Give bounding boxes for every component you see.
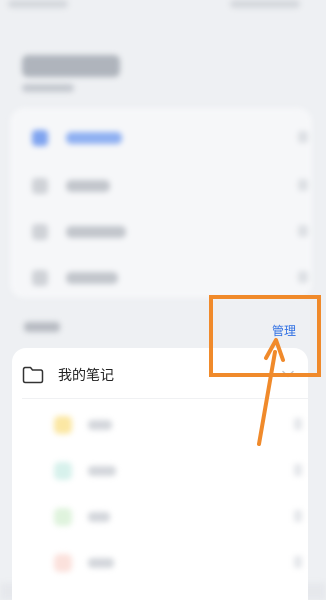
- nav-item-icon: [32, 130, 48, 146]
- chevron-right-icon: [294, 556, 302, 568]
- nav-item-text: [66, 226, 126, 238]
- subfolder-label-blurred: [88, 420, 112, 430]
- chevron-right-icon: [298, 225, 308, 237]
- subfolder-color-dot: [54, 554, 72, 572]
- subfolder-color-dot: [54, 462, 72, 480]
- annotation-highlight-box: [209, 295, 321, 377]
- status-bar-left: [8, 0, 68, 8]
- subfolder-item[interactable]: [12, 540, 308, 586]
- subfolder-label-blurred: [88, 558, 114, 568]
- subfolder-item[interactable]: [12, 494, 308, 540]
- subfolder-item[interactable]: [12, 402, 308, 448]
- nav-item-blurred[interactable]: [32, 222, 312, 240]
- chevron-right-icon: [294, 510, 302, 522]
- nav-item-icon: [32, 270, 48, 286]
- subfolder-item[interactable]: [12, 448, 308, 494]
- nav-item-text: [66, 180, 110, 192]
- nav-item-blurred[interactable]: [32, 128, 312, 146]
- subfolder-color-dot: [54, 416, 72, 434]
- nav-item-icon: [32, 178, 48, 194]
- page-subtitle-blurred: [22, 84, 74, 92]
- notes-folder-card: 我的笔记: [12, 348, 308, 600]
- nav-item-text: [66, 272, 118, 284]
- subfolder-color-dot: [54, 508, 72, 526]
- nav-item-text: [66, 132, 122, 144]
- chevron-right-icon: [298, 179, 308, 191]
- chevron-right-icon: [298, 131, 308, 143]
- chevron-right-icon: [294, 464, 302, 476]
- nav-item-blurred[interactable]: [32, 268, 312, 286]
- subfolder-label-blurred: [88, 512, 110, 522]
- subfolder-list-blurred: [12, 398, 308, 600]
- folder-label[interactable]: 我的笔记: [58, 365, 114, 385]
- section-header-blurred: [24, 322, 60, 332]
- chevron-right-icon: [298, 271, 308, 283]
- page-title-blurred: [22, 55, 120, 77]
- nav-item-icon: [32, 224, 48, 240]
- subfolder-label-blurred: [88, 466, 116, 476]
- nav-item-blurred[interactable]: [32, 176, 312, 194]
- status-bar-right: [230, 0, 300, 8]
- folder-icon: [22, 366, 44, 384]
- nav-card-blurred: [10, 108, 312, 298]
- chevron-right-icon: [294, 418, 302, 430]
